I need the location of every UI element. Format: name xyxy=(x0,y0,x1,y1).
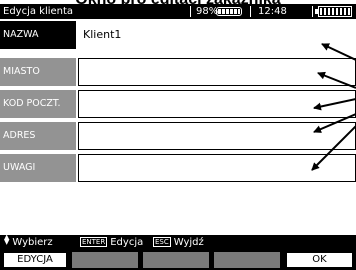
softkey-bar: EDYCJA OK xyxy=(0,250,356,270)
field-row-notes[interactable]: UWAGI xyxy=(0,154,356,182)
postal-code-field[interactable] xyxy=(78,90,356,118)
city-field[interactable] xyxy=(78,58,356,86)
status-separator xyxy=(250,6,251,17)
field-label: ADRES xyxy=(0,122,76,150)
ok-button[interactable]: OK xyxy=(286,252,353,268)
address-field[interactable] xyxy=(78,122,356,150)
device-screen: Edycja klienta 98% 12:48 NAZWA Klient1 M… xyxy=(0,4,356,270)
annotated-screenshot: Okno pro editaci zákazníka Edycja klient… xyxy=(0,0,356,270)
hint-edit: ENTER Edycja xyxy=(80,235,143,250)
battery-percent: 98% xyxy=(196,6,219,17)
name-field[interactable]: Klient1 xyxy=(78,21,356,49)
hint-exit: ESC Wyjdź xyxy=(153,235,204,250)
field-label: MIASTO xyxy=(0,58,76,86)
field-label: NAZWA xyxy=(0,21,76,49)
softkey-f4[interactable] xyxy=(214,252,280,268)
enter-key-badge: ENTER xyxy=(80,237,108,247)
main-battery-icon xyxy=(315,6,352,17)
notes-field[interactable] xyxy=(78,154,356,182)
hint-select: ▲ ▼ Wybierz xyxy=(4,233,53,250)
status-bar: Edycja klienta 98% 12:48 xyxy=(0,4,356,19)
field-row-address[interactable]: ADRES xyxy=(0,122,356,150)
softkey-f3[interactable] xyxy=(143,252,209,268)
hint-exit-label: Wyjdź xyxy=(173,237,204,248)
hint-bar: ▲ ▼ Wybierz ENTER Edycja ESC Wyjdź xyxy=(0,233,356,250)
field-label: UWAGI xyxy=(0,154,76,182)
clock: 12:48 xyxy=(258,6,287,17)
battery-icon xyxy=(216,7,242,16)
hint-edit-label: Edycja xyxy=(110,237,144,248)
field-row-name[interactable]: NAZWA Klient1 xyxy=(0,21,356,49)
status-separator xyxy=(312,6,313,17)
field-row-postal-code[interactable]: KOD POCZT. xyxy=(0,90,356,118)
field-label: KOD POCZT. xyxy=(0,90,76,118)
screen-title: Edycja klienta xyxy=(3,6,74,17)
up-down-arrows-icon: ▲ ▼ xyxy=(4,233,10,246)
field-row-city[interactable]: MIASTO xyxy=(0,58,356,86)
esc-key-badge: ESC xyxy=(153,237,171,247)
edit-button[interactable]: EDYCJA xyxy=(3,252,67,268)
softkey-f2[interactable] xyxy=(72,252,138,268)
status-separator xyxy=(190,6,191,17)
hint-select-label: Wybierz xyxy=(12,237,53,248)
